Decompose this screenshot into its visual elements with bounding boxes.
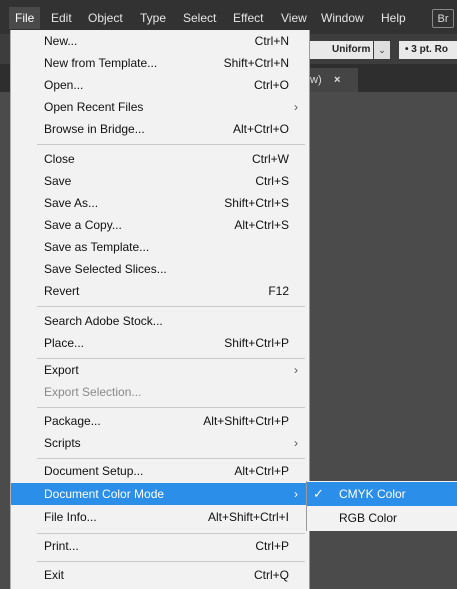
menu-item-shortcut: Ctrl+P <box>255 539 289 553</box>
menu-item-save-selected-slices[interactable]: Save Selected Slices... <box>11 258 310 280</box>
color-mode-submenu: ✓ CMYK Color RGB Color <box>306 481 457 531</box>
menu-effect[interactable]: Effect <box>233 11 263 25</box>
menu-item-label: Exit <box>44 568 65 582</box>
menu-item-shortcut: Shift+Ctrl+S <box>224 196 289 210</box>
menu-item-save-as[interactable]: Save As... Shift+Ctrl+S <box>11 192 310 214</box>
menu-type[interactable]: Type <box>140 11 166 25</box>
chevron-right-icon: › <box>294 100 298 114</box>
menu-item-label: Export <box>44 363 79 377</box>
menu-item-save-as-template[interactable]: Save as Template... <box>11 236 310 258</box>
menu-item-label: Save a Copy... <box>44 218 122 232</box>
chevron-right-icon: › <box>294 487 298 501</box>
menu-item-shortcut: Shift+Ctrl+P <box>224 336 289 350</box>
bridge-button[interactable]: Br <box>432 9 454 28</box>
menu-item-label: Browse in Bridge... <box>44 122 145 136</box>
menu-item-save-a-copy[interactable]: Save a Copy... Alt+Ctrl+S <box>11 214 310 236</box>
menu-item-document-color-mode[interactable]: Document Color Mode › <box>11 483 310 505</box>
menu-item-label: New... <box>44 34 78 48</box>
menu-item-label: Save <box>44 174 72 188</box>
menu-item-shortcut: Alt+Ctrl+S <box>234 218 289 232</box>
menu-bar: File Edit Object Type Select Effect View… <box>0 0 457 34</box>
menu-item-save[interactable]: Save Ctrl+S <box>11 170 310 192</box>
stroke-profile-select[interactable]: Uniform <box>310 41 373 59</box>
menu-item-shortcut: Alt+Shift+Ctrl+P <box>203 414 289 428</box>
menu-item-label: New from Template... <box>44 56 158 70</box>
menu-item-label: Save Selected Slices... <box>44 262 167 276</box>
menu-item-close[interactable]: Close Ctrl+W <box>11 148 310 170</box>
menu-help[interactable]: Help <box>381 11 406 25</box>
menu-item-shortcut: Shift+Ctrl+N <box>223 56 289 70</box>
menu-item-shortcut: Alt+Ctrl+O <box>232 122 289 136</box>
menu-item-export[interactable]: Export › <box>11 359 310 381</box>
menu-item-shortcut: Alt+Ctrl+P <box>234 464 289 478</box>
menu-item-shortcut: F12 <box>268 284 289 298</box>
menu-item-package[interactable]: Package... Alt+Shift+Ctrl+P <box>11 410 310 432</box>
menu-item-label: Save As... <box>44 196 99 210</box>
submenu-item-cmyk-color[interactable]: ✓ CMYK Color <box>307 482 457 506</box>
menu-item-label: Open Recent Files <box>44 100 144 114</box>
menu-item-open-recent-files[interactable]: Open Recent Files › <box>11 96 310 118</box>
brush-definition-select[interactable]: • 3 pt. Ro <box>399 41 457 59</box>
menu-separator <box>37 407 305 408</box>
menu-edit[interactable]: Edit <box>51 11 72 25</box>
menu-item-label: Search Adobe Stock... <box>44 314 163 328</box>
close-icon[interactable]: × <box>334 68 340 92</box>
menu-item-shortcut: Ctrl+O <box>253 78 289 92</box>
menu-item-new-from-template[interactable]: New from Template... Shift+Ctrl+N <box>11 52 310 74</box>
menu-item-label: Print... <box>44 539 79 553</box>
menu-item-label: Scripts <box>44 436 81 450</box>
document-tab-label: w) <box>310 74 322 86</box>
submenu-item-label: CMYK Color <box>339 487 406 501</box>
chevron-right-icon: › <box>294 436 298 450</box>
menu-item-label: Save as Template... <box>44 240 150 254</box>
submenu-item-rgb-color[interactable]: RGB Color <box>307 506 457 530</box>
menu-item-revert[interactable]: Revert F12 <box>11 280 310 302</box>
menu-file[interactable]: File <box>9 7 41 29</box>
menu-item-label: Revert <box>44 284 80 298</box>
menu-select[interactable]: Select <box>183 11 216 25</box>
menu-item-print[interactable]: Print... Ctrl+P <box>11 535 310 557</box>
chevron-down-icon[interactable]: ⌄ <box>374 41 390 59</box>
menu-item-open[interactable]: Open... Ctrl+O <box>11 74 310 96</box>
menu-item-label: Package... <box>44 414 101 428</box>
menu-item-label: Document Color Mode <box>44 487 165 501</box>
menu-window[interactable]: Window <box>321 11 364 25</box>
menu-item-export-selection: Export Selection... <box>11 381 310 403</box>
menu-item-place[interactable]: Place... Shift+Ctrl+P <box>11 332 310 354</box>
menu-item-file-info[interactable]: File Info... Alt+Shift+Ctrl+I <box>11 506 310 528</box>
menu-separator <box>37 144 305 145</box>
menu-item-label: Document Setup... <box>44 464 144 478</box>
menu-separator <box>37 458 305 459</box>
menu-item-shortcut: Ctrl+Q <box>253 568 289 582</box>
menu-item-label: Close <box>44 152 75 166</box>
menu-item-exit[interactable]: Exit Ctrl+Q <box>11 564 310 586</box>
menu-object[interactable]: Object <box>88 11 123 25</box>
menu-item-browse-in-bridge[interactable]: Browse in Bridge... Alt+Ctrl+O <box>11 118 310 140</box>
menu-item-label: Open... <box>44 78 84 92</box>
menu-item-label: Export Selection... <box>44 385 142 399</box>
menu-separator <box>37 306 305 307</box>
menu-view[interactable]: View <box>281 11 307 25</box>
menu-item-document-setup[interactable]: Document Setup... Alt+Ctrl+P <box>11 460 310 482</box>
menu-item-label: Place... <box>44 336 85 350</box>
menu-item-search-adobe-stock[interactable]: Search Adobe Stock... <box>11 310 310 332</box>
menu-item-label: File Info... <box>44 510 97 524</box>
file-menu: New... Ctrl+N New from Template... Shift… <box>10 30 310 589</box>
submenu-item-label: RGB Color <box>339 511 398 525</box>
checkmark-icon: ✓ <box>313 486 324 501</box>
chevron-right-icon: › <box>294 363 298 377</box>
menu-item-shortcut: Alt+Shift+Ctrl+I <box>207 510 289 524</box>
menu-item-new[interactable]: New... Ctrl+N <box>11 30 310 52</box>
menu-item-scripts[interactable]: Scripts › <box>11 432 310 454</box>
menu-item-shortcut: Ctrl+S <box>255 174 289 188</box>
menu-separator <box>37 561 305 562</box>
menu-separator <box>37 533 305 534</box>
menu-item-shortcut: Ctrl+W <box>252 152 289 166</box>
menu-item-shortcut: Ctrl+N <box>254 34 289 48</box>
